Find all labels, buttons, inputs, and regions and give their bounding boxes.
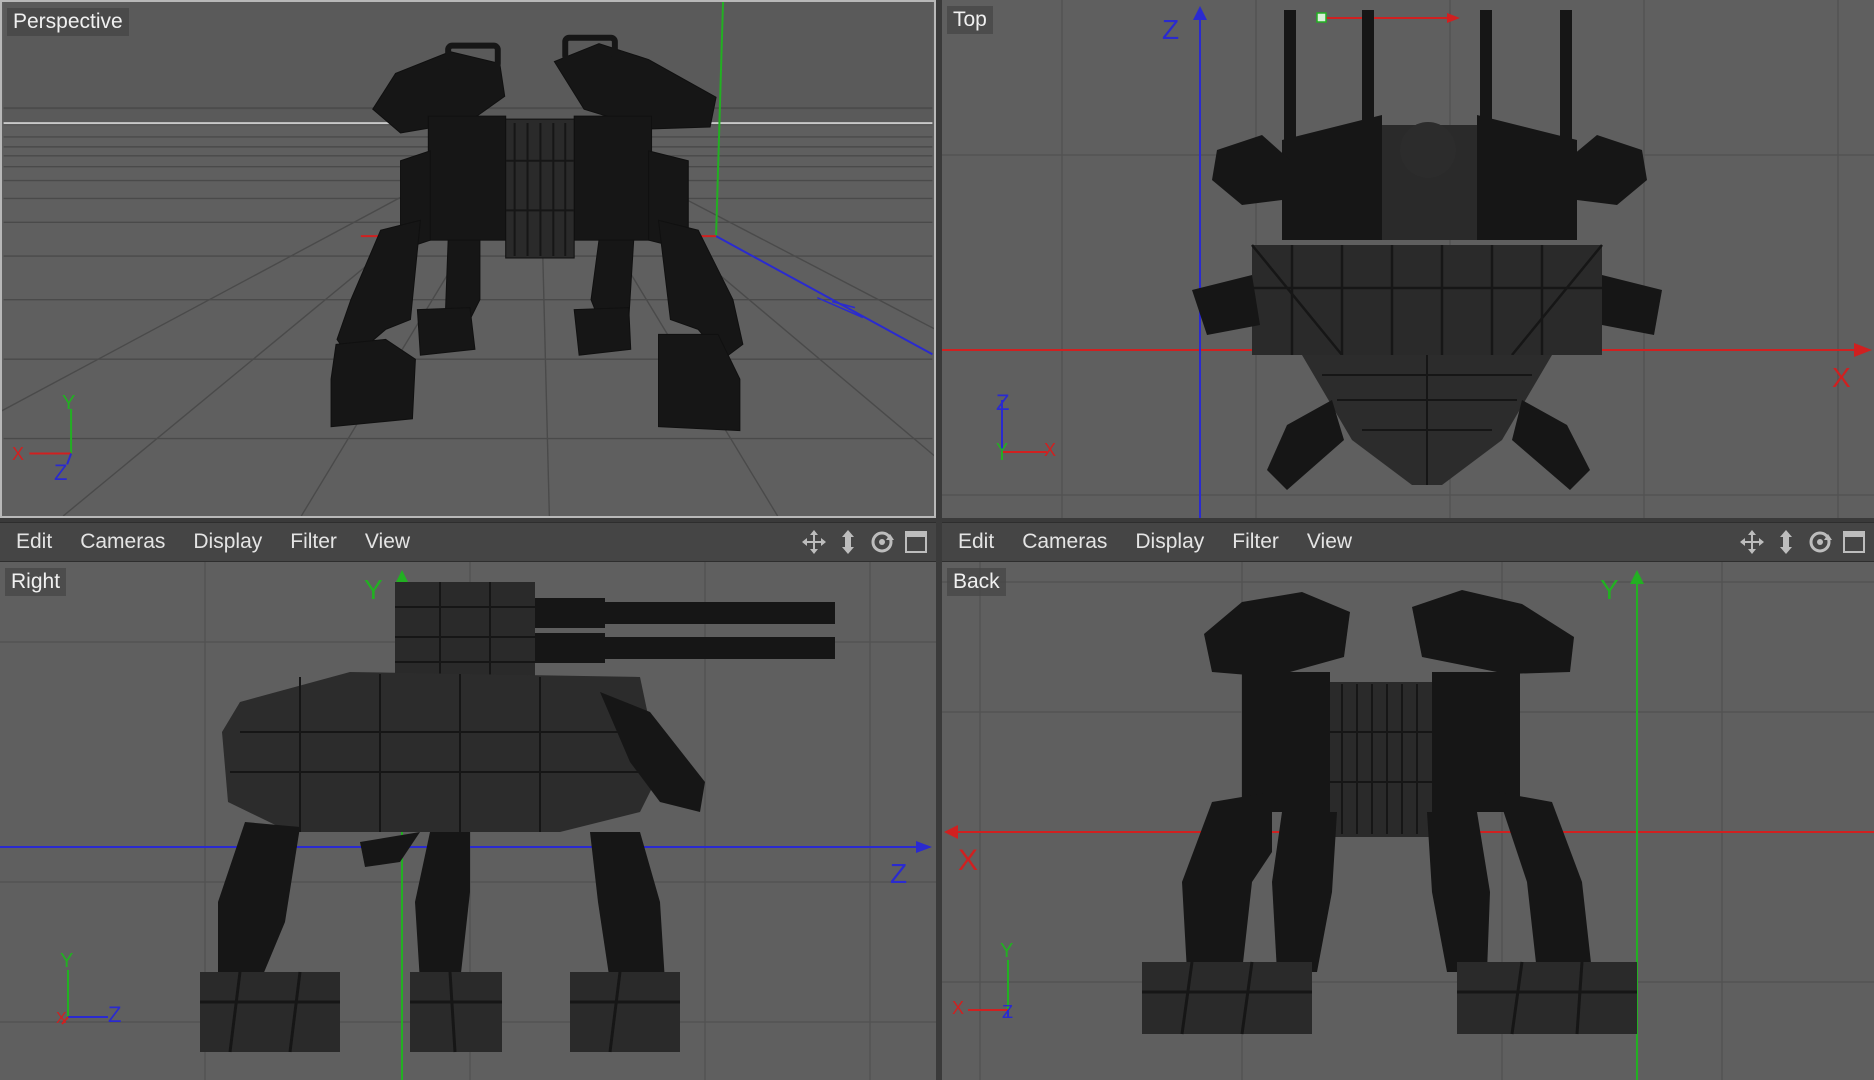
right-viewport[interactable]: Right Y Z Y Z X	[0, 562, 936, 1080]
perspective-gizmo-x-label: X	[12, 444, 25, 464]
perspective-viewport[interactable]: Perspective Y X Z	[0, 0, 936, 518]
right-menu-bar: Edit Cameras Display Filter View	[942, 522, 1874, 562]
menu-view[interactable]: View	[1293, 530, 1366, 554]
top-viewport[interactable]: Top Z X Z Y X	[942, 0, 1874, 518]
dolly-view-icon[interactable]	[1772, 528, 1800, 556]
move-view-icon[interactable]	[800, 528, 828, 556]
right-gizmo-x-label: X	[56, 1010, 67, 1027]
right-axis-gizmo	[61, 970, 108, 1025]
top-gizmo-y-label: Y	[996, 440, 1009, 460]
back-y-axis-label: Y	[1600, 574, 1619, 605]
perspective-scene	[2, 2, 934, 516]
perspective-gizmo-y-label: Y	[62, 392, 76, 414]
perspective-z-axis	[715, 235, 933, 356]
back-viewport[interactable]: Back Y X Y X Z	[942, 562, 1874, 1080]
right-scene	[0, 562, 936, 1080]
right-gizmo-y-label: Y	[60, 950, 74, 972]
back-x-axis-label: X	[958, 844, 979, 877]
viewport-label-top[interactable]: Top	[947, 6, 993, 34]
top-mech-model	[1192, 10, 1662, 490]
menu-display[interactable]: Display	[179, 530, 276, 554]
right-mech-model	[200, 582, 835, 1053]
menu-filter[interactable]: Filter	[1218, 530, 1293, 554]
back-scene	[942, 562, 1874, 1080]
viewport-label-back[interactable]: Back	[947, 568, 1006, 596]
top-gizmo-z-label: Z	[996, 390, 1010, 415]
back-gizmo-y-label: Y	[1000, 940, 1014, 962]
maximize-view-icon[interactable]	[1840, 528, 1868, 556]
right-gizmo-z-label: Z	[108, 1002, 122, 1027]
menu-edit[interactable]: Edit	[0, 530, 66, 554]
back-gizmo-x-label: X	[952, 998, 965, 1018]
menu-edit[interactable]: Edit	[942, 530, 1008, 554]
menu-cameras[interactable]: Cameras	[1008, 530, 1121, 554]
left-menu-bar: Edit Cameras Display Filter View	[0, 522, 936, 562]
rotate-view-icon[interactable]	[868, 528, 896, 556]
viewport-label-perspective[interactable]: Perspective	[7, 8, 129, 36]
dolly-view-icon[interactable]	[834, 528, 862, 556]
right-y-axis-label: Y	[364, 574, 383, 605]
back-mech-model	[1142, 590, 1637, 1035]
top-gizmo-x-label: X	[1044, 440, 1057, 460]
maximize-view-icon[interactable]	[902, 528, 930, 556]
rotate-view-icon[interactable]	[1806, 528, 1834, 556]
move-view-icon[interactable]	[1738, 528, 1766, 556]
perspective-gizmo-z-label: Z	[54, 460, 68, 485]
menu-display[interactable]: Display	[1121, 530, 1218, 554]
top-x-axis-label: X	[1832, 362, 1851, 393]
left-view-controls	[800, 528, 930, 556]
top-scene	[942, 0, 1874, 518]
back-gizmo-z-label: Z	[1002, 1002, 1013, 1022]
app-window: Perspective Y X Z Top Z X Z Y X Edit Cam…	[0, 0, 1874, 1080]
viewport-label-right[interactable]: Right	[5, 568, 67, 596]
top-z-axis-label: Z	[1162, 14, 1180, 45]
right-view-controls	[1738, 528, 1868, 556]
menu-filter[interactable]: Filter	[276, 530, 351, 554]
perspective-axis-gizmo	[29, 408, 73, 465]
menu-cameras[interactable]: Cameras	[66, 530, 179, 554]
right-z-axis-label: Z	[890, 858, 908, 889]
menu-view[interactable]: View	[351, 530, 424, 554]
